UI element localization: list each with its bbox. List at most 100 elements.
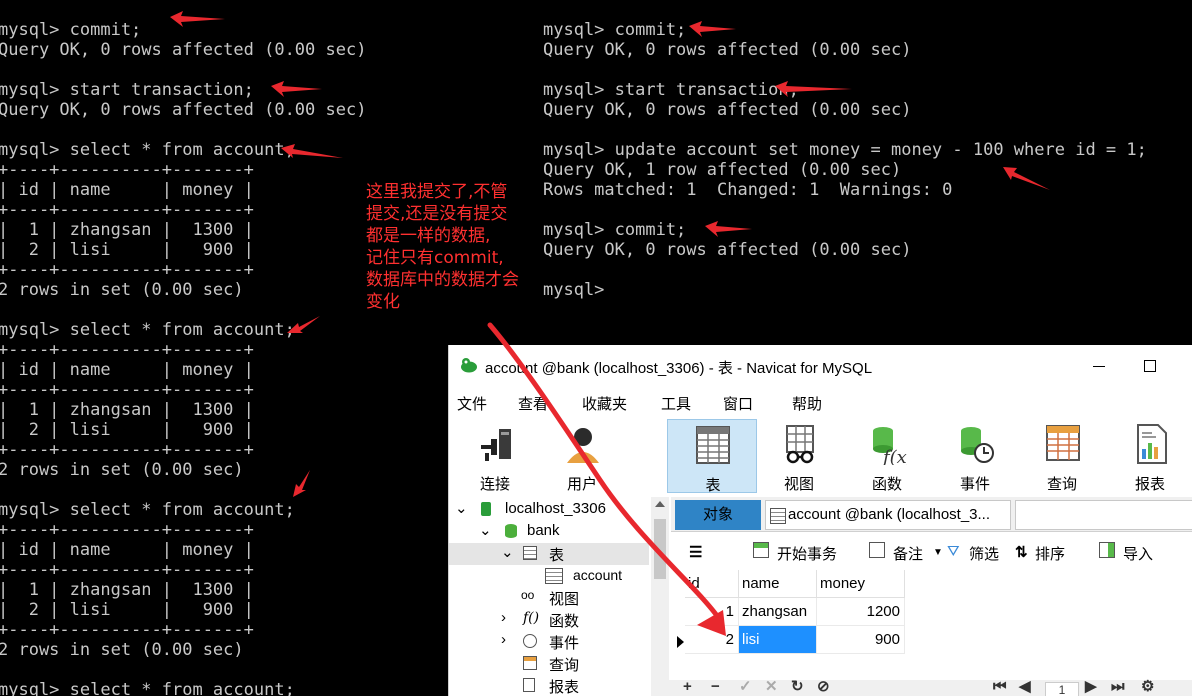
import-button[interactable]: 导入: [1123, 543, 1153, 564]
tree-item-tables[interactable]: ⌄ 表: [449, 543, 649, 565]
cancel-icon[interactable]: ✕: [765, 679, 778, 694]
column-header-id[interactable]: id: [685, 570, 739, 598]
chevron-right-icon[interactable]: ›: [501, 609, 506, 626]
chevron-down-icon[interactable]: ⌄: [455, 499, 468, 517]
record-navigation-bar: + − ✓ ✕ ↻ ⊘ ⏮ ◀ 1 ▶ ⏭ ⚙: [653, 679, 1192, 696]
menu-tools[interactable]: 工具: [661, 393, 691, 414]
function-icon: f(): [523, 610, 540, 626]
column-header-name[interactable]: name: [739, 570, 817, 598]
cell-id[interactable]: 2: [685, 626, 739, 654]
tree-item-account[interactable]: account: [449, 565, 649, 587]
event-button[interactable]: 事件: [939, 419, 1011, 493]
scrollbar-thumb[interactable]: [654, 519, 666, 579]
reports-label: 报表: [549, 679, 580, 696]
table-icon: [696, 426, 730, 464]
chevron-down-icon[interactable]: ⌄: [501, 543, 514, 561]
hamburger-menu-icon[interactable]: ☰: [689, 543, 702, 561]
menu-bar: 文件 查看 收藏夹 工具 窗口 帮助: [449, 389, 1192, 415]
title-bar: account @bank (localhost_3306) - 表 - Nav…: [449, 345, 1192, 387]
menu-file[interactable]: 文件: [457, 393, 487, 414]
connection-button[interactable]: 连接: [459, 419, 531, 493]
import-icon: [1099, 542, 1115, 558]
begin-transaction-button[interactable]: 开始事务: [777, 543, 837, 564]
tree-item-views[interactable]: oo 视图: [449, 587, 649, 609]
user-icon: [567, 428, 599, 463]
sort-icon: ⇅: [1015, 544, 1028, 561]
first-page-icon[interactable]: ⏮: [993, 679, 1007, 694]
apply-icon[interactable]: ✓: [739, 679, 752, 694]
toolbar-label: 用户: [566, 476, 597, 493]
event-icon: [961, 427, 994, 463]
delete-record-icon[interactable]: −: [711, 679, 720, 694]
main-toolbar: 连接 用户 表 视图 f(x 函数 事件 查询 报表: [449, 415, 1192, 495]
plug-icon: [481, 429, 511, 461]
toolbar-label: 查询: [1046, 476, 1077, 493]
navicat-logo-icon: [461, 358, 477, 373]
annotation-line: 数据库中的数据才会: [366, 270, 519, 290]
column-header-money[interactable]: money: [817, 570, 905, 598]
svg-text:f(x): f(x): [881, 447, 907, 465]
maximize-button[interactable]: [1137, 351, 1167, 381]
dropdown-arrow-icon[interactable]: ▼: [933, 547, 943, 558]
current-row-marker-icon: [677, 636, 684, 648]
user-button[interactable]: 用户: [546, 419, 618, 493]
tab-bar: 对象 account @bank (localhost_3...: [671, 497, 1192, 532]
memo-button[interactable]: 备注: [893, 543, 923, 564]
menu-view[interactable]: 查看: [518, 393, 548, 414]
chevron-right-icon[interactable]: ›: [501, 631, 506, 648]
last-page-icon[interactable]: ⏭: [1111, 679, 1125, 694]
filter-icon: ⛛: [947, 543, 960, 560]
toolbar-label: 连接: [479, 476, 510, 493]
connection-label: localhost_3306: [505, 500, 606, 517]
right-terminal-window[interactable]: mysql> commit; Query OK, 0 rows affected…: [542, 0, 1192, 345]
cell-id[interactable]: 1: [685, 598, 739, 626]
tab-objects[interactable]: 对象: [675, 500, 761, 530]
report-icon: [1137, 424, 1167, 464]
settings-gear-icon[interactable]: ⚙: [1141, 679, 1154, 694]
menu-window[interactable]: 窗口: [723, 393, 753, 414]
report-button[interactable]: 报表: [1114, 419, 1186, 493]
tree-item-queries[interactable]: 查询: [449, 653, 649, 675]
account-label: account: [573, 567, 623, 583]
annotation-line: 变化: [366, 292, 400, 312]
tree-item-events[interactable]: › 事件: [449, 631, 649, 653]
next-page-icon[interactable]: ▶: [1085, 679, 1097, 694]
sort-button[interactable]: 排序: [1035, 543, 1065, 564]
view-icon: oo: [521, 588, 535, 602]
left-terminal-output: mysql> commit; Query OK, 0 rows affected…: [0, 20, 367, 696]
views-label: 视图: [549, 591, 580, 608]
cell-money[interactable]: 900: [817, 626, 905, 654]
query-icon: [1046, 425, 1080, 461]
refresh-icon[interactable]: ↻: [791, 679, 804, 694]
tree-scrollbar[interactable]: [651, 497, 669, 696]
add-record-icon[interactable]: +: [683, 679, 692, 694]
tree-item-database[interactable]: ⌄ bank: [449, 521, 649, 543]
cell-name-selected[interactable]: lisi: [739, 626, 817, 654]
data-toolbar: ☰ 开始事务 备注 ▼ ⛛ 筛选 ⇅ 排序 导入: [671, 535, 1192, 569]
toolbar-label: 报表: [1134, 476, 1165, 493]
tab-account[interactable]: account @bank (localhost_3...: [765, 500, 1011, 530]
chevron-down-icon[interactable]: ⌄: [479, 521, 492, 539]
tree-item-functions[interactable]: › f() 函数: [449, 609, 649, 631]
page-number-input[interactable]: 1: [1045, 682, 1079, 696]
menu-favorites[interactable]: 收藏夹: [582, 393, 627, 414]
tab-empty-area: [1015, 500, 1192, 530]
function-button[interactable]: f(x) 函数: [851, 419, 923, 493]
function-icon: f(x): [873, 427, 907, 465]
filter-button[interactable]: 筛选: [969, 543, 999, 564]
query-button[interactable]: 查询: [1026, 419, 1098, 493]
scroll-up-icon[interactable]: [655, 501, 665, 507]
clock-icon: [523, 634, 537, 648]
toolbar-label: 函数: [871, 476, 902, 493]
stop-icon[interactable]: ⊘: [817, 679, 830, 694]
minimize-button[interactable]: [1085, 351, 1115, 381]
events-label: 事件: [549, 635, 580, 652]
menu-help[interactable]: 帮助: [792, 393, 822, 414]
tree-item-reports[interactable]: 报表: [449, 675, 649, 696]
table-button[interactable]: 表: [667, 419, 757, 494]
prev-page-icon[interactable]: ◀: [1019, 679, 1031, 694]
view-button[interactable]: 视图: [763, 419, 835, 493]
cell-money[interactable]: 1200: [817, 598, 905, 626]
cell-name[interactable]: zhangsan: [739, 598, 817, 626]
tree-item-connection[interactable]: ⌄ localhost_3306: [449, 499, 649, 521]
